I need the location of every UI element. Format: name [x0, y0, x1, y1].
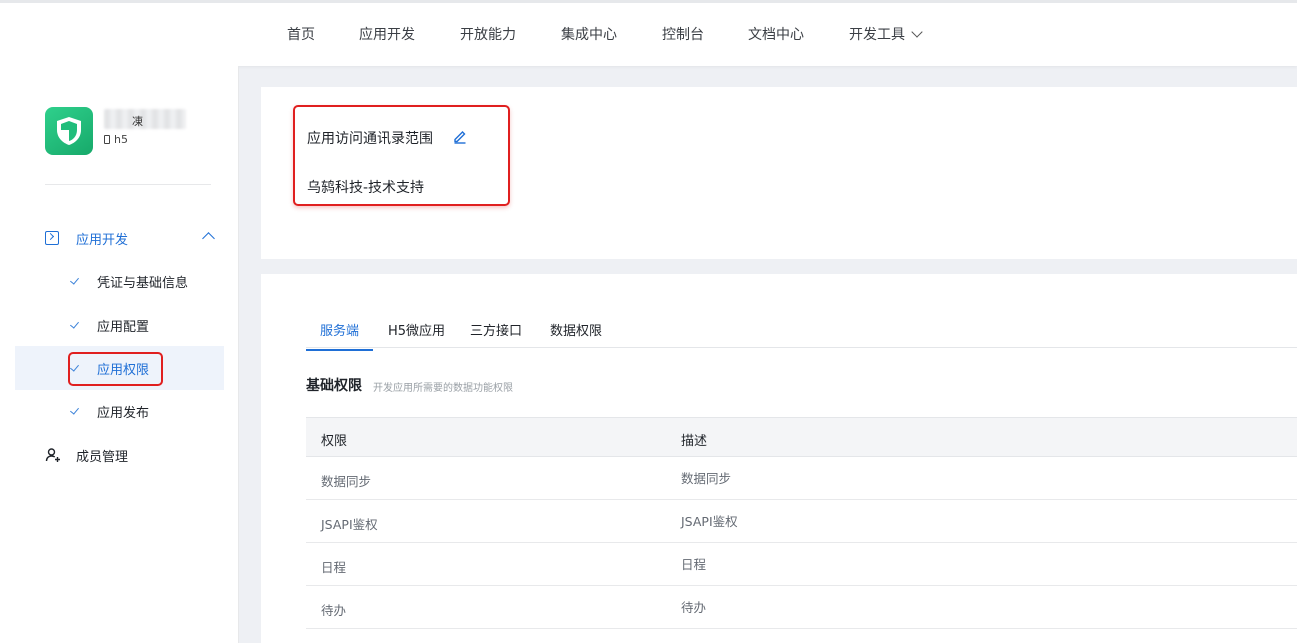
- sidebar-item-label: 应用发布: [97, 405, 150, 421]
- phone-icon: [104, 135, 110, 144]
- permission-cell: JSAPI鉴权: [321, 517, 378, 532]
- nav-integration-center[interactable]: 集成中心: [561, 25, 617, 45]
- sidebar-item-credentials[interactable]: 凭证与基础信息: [15, 259, 224, 303]
- app-name-blurred: [104, 109, 186, 129]
- table-row: JSAPI鉴权 JSAPI鉴权: [306, 500, 1297, 543]
- table-row: 待办 待办: [306, 586, 1297, 629]
- nav-app-development[interactable]: 应用开发: [359, 25, 415, 45]
- column-header-permission: 权限: [321, 434, 348, 449]
- section-subtitle: 开发应用所需要的数据功能权限: [373, 383, 513, 394]
- nav-console[interactable]: 控制台: [662, 25, 704, 45]
- description-cell: 待办: [681, 600, 707, 615]
- sidebar-divider: [45, 184, 211, 185]
- description-cell: 数据同步: [681, 471, 732, 486]
- sidebar: 凍 h5 应用开发 凭证与基础信息 应用配置 应用权限 应用发布 成员管理: [0, 66, 239, 643]
- terminal-icon: [45, 231, 59, 245]
- nav-docs-center[interactable]: 文档中心: [748, 25, 804, 45]
- permissions-card: 服务端 H5微应用 三方接口 数据权限 基础权限 开发应用所需要的数据功能权限 …: [261, 274, 1297, 643]
- app-shield-logo-icon: [45, 107, 93, 155]
- tab-server[interactable]: 服务端: [306, 320, 374, 351]
- app-type-label: h5: [114, 133, 128, 146]
- table-row: 日程 日程: [306, 543, 1297, 586]
- app-name: 凍: [132, 115, 143, 128]
- tab-h5-micro-app[interactable]: H5微应用: [388, 320, 445, 349]
- permission-cell: 日程: [321, 560, 347, 575]
- highlight-box: [293, 105, 510, 206]
- sidebar-group-app-development[interactable]: 应用开发: [45, 227, 217, 249]
- column-header-description: 描述: [681, 434, 708, 449]
- tab-third-party-api[interactable]: 三方接口: [470, 320, 522, 349]
- sidebar-item-label: 成员管理: [76, 449, 129, 465]
- sidebar-item-app-config[interactable]: 应用配置: [15, 303, 224, 347]
- nav-open-capabilities[interactable]: 开放能力: [460, 25, 516, 45]
- contact-scope-card: 应用访问通讯录范围 乌鸫科技-技术支持: [261, 87, 1297, 259]
- nav-dev-tools-label: 开发工具: [849, 27, 905, 43]
- permissions-table: 权限 描述 数据同步 数据同步 JSAPI鉴权 JSAPI鉴权 日程 日程 待办…: [306, 417, 1297, 629]
- tab-data-permissions[interactable]: 数据权限: [550, 320, 602, 349]
- sidebar-item-members[interactable]: 成员管理: [45, 444, 128, 466]
- permission-cell: 数据同步: [321, 474, 372, 489]
- sidebar-item-app-publish[interactable]: 应用发布: [15, 389, 224, 433]
- description-cell: JSAPI鉴权: [681, 514, 738, 529]
- chevron-up-icon: [202, 232, 215, 245]
- section-title: 基础权限: [306, 378, 362, 394]
- table-header: 权限 描述: [306, 417, 1297, 457]
- chevron-down-icon: [911, 26, 923, 38]
- nav-home[interactable]: 首页: [287, 25, 315, 45]
- nav-dev-tools[interactable]: 开发工具: [849, 25, 923, 45]
- sidebar-item-label: 凭证与基础信息: [97, 275, 189, 291]
- permission-tabs: 服务端 H5微应用 三方接口 数据权限: [306, 314, 1297, 351]
- user-add-icon: [45, 448, 60, 462]
- highlight-box: [68, 352, 163, 386]
- top-navigation: 首页 应用开发 开放能力 集成中心 控制台 文档中心 开发工具: [0, 0, 1297, 66]
- permission-cell: 待办: [321, 603, 347, 618]
- app-type: h5: [104, 133, 128, 146]
- description-cell: 日程: [681, 557, 707, 572]
- sidebar-group-label: 应用开发: [76, 232, 129, 248]
- table-row: 数据同步 数据同步: [306, 457, 1297, 500]
- sidebar-item-label: 应用配置: [97, 319, 150, 335]
